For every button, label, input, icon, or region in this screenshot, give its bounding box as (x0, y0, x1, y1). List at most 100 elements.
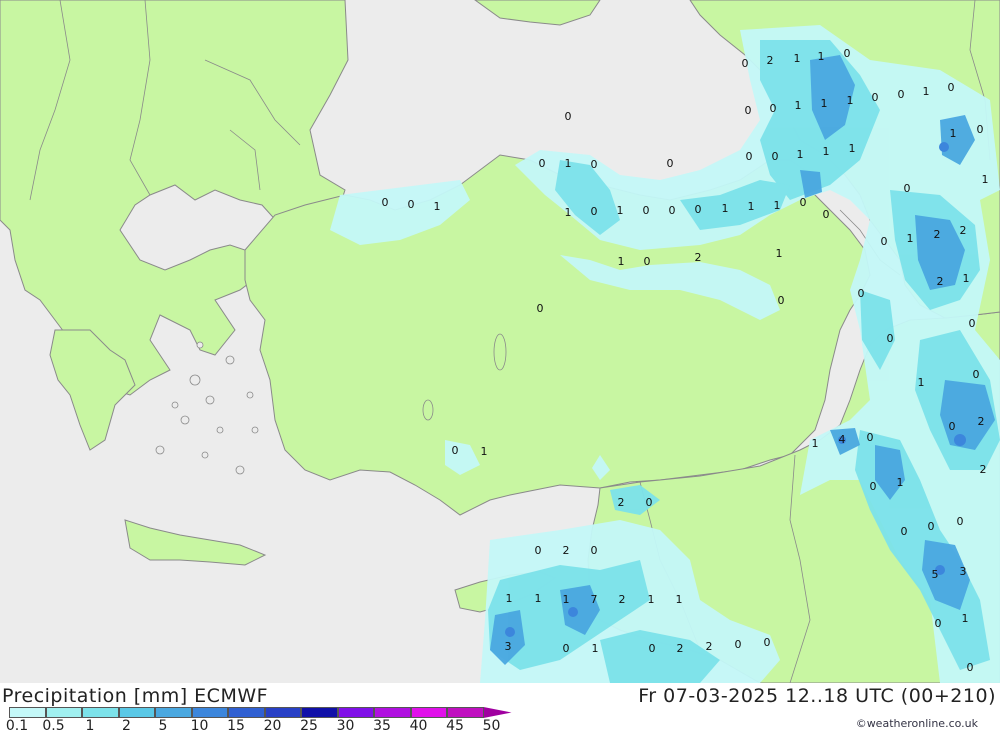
legend-swatch (9, 707, 46, 718)
precip-value-label: 0 (452, 444, 459, 457)
precip-value-label: 4 (839, 433, 846, 446)
precip-value-label: 1 (818, 50, 825, 63)
precip-value-label: 0 (669, 204, 676, 217)
precip-value-label: 2 (677, 642, 684, 655)
credit-link[interactable]: ©weatheronline.co.uk (856, 717, 978, 730)
legend-label: 20 (263, 718, 282, 734)
precip-value-label: 1 (506, 592, 513, 605)
precipitation-map: 0 2 1 1 0 0 0 1 1 1 0 0 1 0 0 1 0 0 1 0 0 0 0 1 1 1 1 0 0 0 1 1 0 1 0 0 0 1 1 1… (0, 0, 1000, 684)
legend-swatch (483, 707, 512, 718)
precip-value-label: 1 (982, 173, 989, 186)
precip-value-label: 2 (695, 251, 702, 264)
precip-value-label: 0 (535, 544, 542, 557)
legend-label: 45 (446, 718, 464, 734)
run-time: Fr 07-03-2025 12..18 UTC (00+210) (638, 685, 996, 707)
precip-value-label: 5 (932, 568, 939, 581)
legend-swatch (410, 707, 447, 718)
precip-value-label: 1 (563, 593, 570, 606)
precip-value-label: 0 (382, 196, 389, 209)
precip-value-label: 0 (977, 123, 984, 136)
precip-value-label: 0 (887, 332, 894, 345)
precip-value-label: 0 (901, 525, 908, 538)
precip-value-label: 2 (706, 640, 713, 653)
precip-value-label: 0 (644, 255, 651, 268)
precip-value-label: 1 (847, 94, 854, 107)
legend-label: 10 (190, 718, 209, 734)
legend-swatch (337, 707, 374, 718)
legend-swatch (82, 707, 119, 718)
precip-value-label: 0 (649, 642, 656, 655)
precip-value-label: 3 (505, 640, 512, 653)
precip-value-label: 0 (539, 157, 546, 170)
precip-value-label: 0 (646, 496, 653, 509)
precip-value-label: 0 (928, 520, 935, 533)
precip-value-label: 0 (772, 150, 779, 163)
legend-swatch (447, 707, 484, 718)
precip-value-label: 1 (950, 127, 957, 140)
precip-value-label: 0 (948, 81, 955, 94)
precip-value-label: 1 (794, 52, 801, 65)
precip-value-label: 1 (776, 247, 783, 260)
precip-value-label: 2 (767, 54, 774, 67)
precip-value-label: 2 (978, 415, 985, 428)
legend-label: 2 (122, 718, 131, 734)
precip-value-label: 0 (973, 368, 980, 381)
precip-value-label: 1 (823, 145, 830, 158)
precip-value-label: 1 (918, 376, 925, 389)
precip-value-label: 0 (591, 205, 598, 218)
precip-value-label: 0 (695, 203, 702, 216)
precip-value-label: 1 (812, 437, 819, 450)
precip-value-label: 0 (881, 235, 888, 248)
precip-value-label: 0 (565, 110, 572, 123)
precip-value-label: 0 (898, 88, 905, 101)
legend-swatch (301, 707, 338, 718)
legend-label: 25 (300, 718, 318, 734)
legend-swatch (155, 707, 192, 718)
legend-label: 40 (409, 718, 428, 734)
precip-value-label: 0 (872, 91, 879, 104)
legend-label: 5 (158, 718, 168, 734)
precip-value-label: 0 (735, 638, 742, 651)
precip-value-label: 1 (821, 97, 828, 110)
legend-label: 30 (336, 718, 355, 734)
precip-value-label: 1 (923, 85, 930, 98)
precip-value-label: 0 (969, 317, 976, 330)
precip-value-label: 3 (960, 565, 967, 578)
precip-value-label: 0 (746, 150, 753, 163)
legend-swatch (374, 707, 411, 718)
precip-value-label: 0 (870, 480, 877, 493)
precip-value-label: 1 (962, 612, 969, 625)
precip-value-label: 1 (849, 142, 856, 155)
precip-value-label: 0 (935, 617, 942, 630)
precip-value-label: 0 (823, 208, 830, 221)
legend-label: 35 (373, 718, 391, 734)
map-title: Precipitation [mm] ECMWF (2, 685, 269, 707)
precip-value-label: 0 (591, 544, 598, 557)
precip-value-label: 1 (617, 204, 624, 217)
precip-value-label: 1 (481, 445, 488, 458)
precip-value-label: 0 (742, 57, 749, 70)
legend-swatch (191, 707, 228, 718)
precip-value-label: 1 (897, 476, 904, 489)
precip-value-label: 2 (618, 496, 625, 509)
precip-value-label: 1 (963, 272, 970, 285)
legend-label: 15 (227, 718, 245, 734)
precip-value-label: 0 (667, 157, 674, 170)
precip-value-label: 0 (967, 661, 974, 674)
footer: Precipitation [mm] ECMWF Fr 07-03-2025 1… (0, 683, 1000, 734)
precip-value-label: 0 (844, 47, 851, 60)
precip-value-label: 1 (797, 148, 804, 161)
precip-value-label: 1 (618, 255, 625, 268)
precip-value-label: 1 (565, 157, 572, 170)
legend-swatch (264, 707, 301, 718)
legend-swatch (228, 707, 265, 718)
precip-value-label: 2 (619, 593, 626, 606)
precip-value-label: 0 (949, 420, 956, 433)
precip-value-label: 1 (535, 592, 542, 605)
precip-value-label: 0 (867, 431, 874, 444)
precip-value-label: 0 (764, 636, 771, 649)
precip-value-label: 1 (795, 99, 802, 112)
precip-value-label: 0 (537, 302, 544, 315)
precip-value-label: 1 (592, 642, 599, 655)
precip-value-label: 2 (960, 224, 967, 237)
